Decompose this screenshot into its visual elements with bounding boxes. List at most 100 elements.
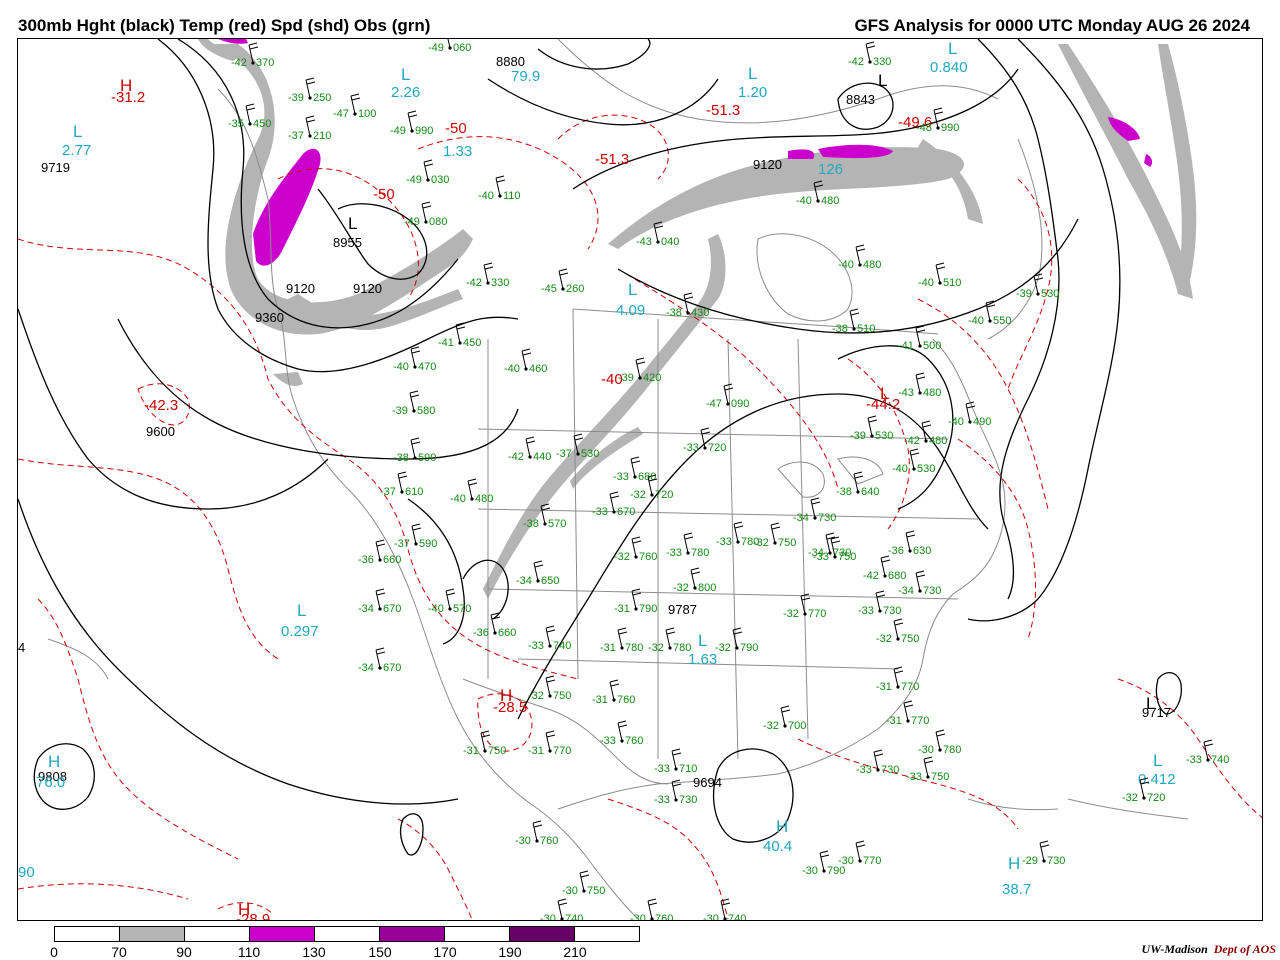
speed-value: 40.4 [763, 838, 792, 855]
station-ob: -31 760 [592, 679, 635, 706]
colorbar-segment [249, 927, 314, 941]
station-dot [548, 644, 552, 648]
low-marker-speed: L [948, 39, 957, 58]
station-temp: -42 [863, 570, 879, 582]
station-temp: -49 [404, 216, 420, 228]
station-height: 490 [973, 416, 991, 428]
station-ob: -33 750 [906, 756, 949, 783]
station-temp: -47 [333, 108, 349, 120]
station-dot [828, 551, 832, 555]
station-height: 510 [943, 277, 961, 289]
low-marker-speed: L [297, 601, 306, 620]
station-temp: -33 [1186, 754, 1202, 766]
station-dot [918, 391, 922, 395]
station-dot [414, 542, 418, 546]
station-temp: -30 [630, 913, 646, 921]
station-dot [493, 631, 497, 635]
station-dot [620, 646, 624, 650]
station-ob: -40 110 [478, 175, 521, 202]
temp-contour-15 [18, 883, 189, 900]
station-temp: -30 [540, 913, 556, 921]
station-dot [883, 574, 887, 578]
height-label: 8843 [846, 92, 875, 107]
station-temp: -30 [703, 913, 719, 921]
station-height: 530 [875, 430, 893, 442]
station-height: 630 [913, 545, 931, 557]
temp-value: -51.3 [706, 102, 740, 119]
station-height: 040 [661, 236, 679, 248]
station-height: 750 [488, 745, 506, 757]
high-marker-speed: H [1008, 854, 1020, 873]
station-height: 480 [923, 387, 941, 399]
credit-org: UW-Madison [1141, 942, 1208, 956]
station-dot [548, 749, 552, 753]
speed-value: 0.840 [930, 59, 968, 76]
station-temp: -40 [450, 493, 466, 505]
station-height: 670 [617, 506, 635, 518]
low-marker-speed: L [1153, 751, 1162, 770]
station-height: 530 [917, 463, 935, 475]
station-height: 100 [358, 108, 376, 120]
station-dot [650, 493, 654, 497]
station-temp: -33 [654, 794, 670, 806]
station-temp: -45 [541, 283, 557, 295]
station-height: 780 [691, 547, 709, 559]
station-temp: -30 [918, 744, 934, 756]
station-temp: -43 [898, 387, 914, 399]
station-dot [576, 452, 580, 456]
station-ob: -31 770 [886, 700, 929, 727]
station-ob: -30 750 [562, 870, 605, 897]
height-label: 4 [18, 640, 25, 655]
station-dot [633, 475, 637, 479]
station-dot [858, 859, 862, 863]
station-height: 990 [941, 122, 959, 134]
station-dot [693, 586, 697, 590]
colorbar-segment [314, 927, 379, 941]
station-dot [968, 420, 972, 424]
station-temp: -34 [358, 603, 374, 615]
speed-colorbar [54, 926, 640, 942]
station-temp: -34 [808, 547, 824, 559]
station-ob: -32 790 [715, 627, 758, 654]
station-temp: -40 [918, 277, 934, 289]
temp-contour-9 [917, 298, 1049, 510]
jet-max-atlantic-2 [1144, 154, 1153, 167]
station-dot [656, 240, 660, 244]
station-ob: -49 990 [390, 110, 433, 137]
station-ob: -33 740 [528, 625, 571, 652]
station-ob: -40 480 [838, 244, 881, 271]
station-height: 670 [383, 662, 401, 674]
station-dot [413, 456, 417, 460]
station-ob: -40 490 [948, 401, 991, 428]
speed-value: 4.09 [616, 302, 645, 319]
station-dot [612, 510, 616, 514]
station-temp: -34 [516, 575, 532, 587]
station-height: 670 [383, 603, 401, 615]
station-temp: -33 [858, 605, 874, 617]
station-height: 700 [788, 720, 806, 732]
labrador-coast [987, 138, 1043, 340]
state-line-8 [487, 588, 959, 600]
station-dot [448, 607, 452, 611]
credit-line: UW-Madison Dept of AOS [1142, 942, 1276, 957]
station-height: 370 [256, 57, 274, 69]
station-height: 730 [1047, 855, 1065, 867]
station-height: 760 [639, 551, 657, 563]
station-height: 550 [993, 315, 1011, 327]
station-dot [686, 311, 690, 315]
station-dot [498, 194, 502, 198]
station-dot [560, 917, 564, 920]
station-temp: -33 [683, 442, 699, 454]
station-dot [650, 917, 654, 920]
station-temp: -31 [886, 715, 902, 727]
station-dot [938, 748, 942, 752]
station-ob: -49 060 [428, 39, 471, 54]
station-temp: -32 [528, 690, 544, 702]
station-height: 590 [419, 538, 437, 550]
station-dot [561, 287, 565, 291]
station-ob: -31 770 [528, 730, 571, 757]
station-dot [308, 96, 312, 100]
station-temp: -33 [528, 640, 544, 652]
station-height: 750 [778, 537, 796, 549]
station-temp: -31 [592, 694, 608, 706]
